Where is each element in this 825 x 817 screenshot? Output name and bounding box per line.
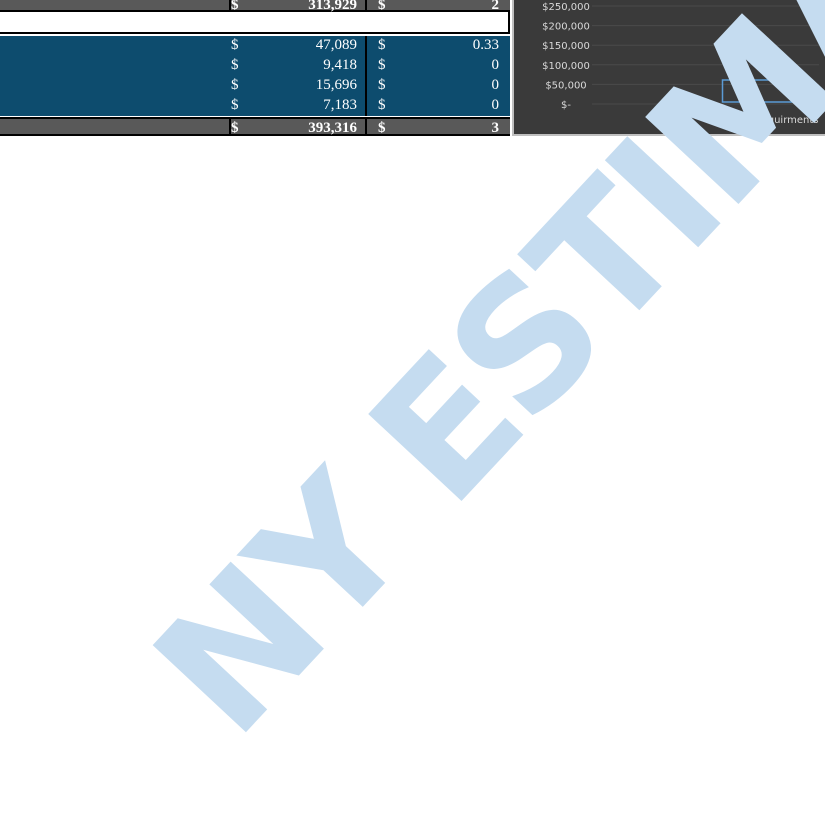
y-tick-label: $200,000 xyxy=(542,22,590,33)
currency-symbol[interactable]: $ xyxy=(378,119,398,136)
table-row: $ 7,183 $ 0 xyxy=(0,96,510,116)
total-unit-cost-value[interactable]: 3 xyxy=(398,119,500,136)
currency-symbol[interactable]: $ xyxy=(231,36,251,56)
unit-cost-value[interactable]: 0.33 xyxy=(398,36,499,56)
unit-cost-value[interactable]: 0 xyxy=(398,76,500,96)
table-row-blank[interactable] xyxy=(0,12,510,34)
currency-symbol[interactable]: $ xyxy=(378,76,398,96)
currency-symbol[interactable]: $ xyxy=(378,56,398,76)
currency-symbol[interactable]: $ xyxy=(231,56,251,76)
cost-value[interactable]: 313,929 xyxy=(251,0,357,13)
y-tick-label: $100,000 xyxy=(542,61,590,72)
currency-symbol[interactable]: $ xyxy=(231,76,251,96)
y-tick-label: $150,000 xyxy=(542,41,590,52)
cell-divider xyxy=(365,96,367,116)
table-row: $ 9,418 $ 0 xyxy=(0,56,510,76)
total-cost-value[interactable]: 393,316 xyxy=(251,119,357,136)
cost-value[interactable]: 7,183 xyxy=(251,96,357,116)
cost-chart[interactable]: $- $50,000 $100,000 $150,000 $200,000 $250,00… xyxy=(512,0,825,136)
unit-cost-value[interactable]: 2 xyxy=(398,0,500,13)
cost-value[interactable]: 47,089 xyxy=(251,36,357,56)
cost-value[interactable]: 9,418 xyxy=(251,56,357,76)
y-tick-label: $250,000 xyxy=(542,2,590,13)
y-tick-label: $- xyxy=(561,100,571,111)
table-row: $ 15,696 $ 0 xyxy=(0,76,510,96)
bar-selection[interactable] xyxy=(721,79,810,103)
y-tick-label: $50,000 xyxy=(545,80,586,91)
cell-divider xyxy=(365,56,367,76)
unit-cost-value[interactable]: 0 xyxy=(398,56,500,76)
table-row-subtotal: $ 313,929 $ 2 xyxy=(0,0,510,13)
currency-symbol[interactable]: $ xyxy=(231,119,251,136)
table-row-total: $ 393,316 $ 3 xyxy=(0,117,510,136)
x-category-label: General Requirments xyxy=(712,115,818,126)
cell-divider xyxy=(365,76,367,96)
table-row: $ 47,089 $ 0.33 xyxy=(0,36,510,56)
chart-plot: $- $50,000 $100,000 $150,000 $200,000 $250,00… xyxy=(542,2,819,126)
cell-divider xyxy=(365,36,367,56)
currency-symbol[interactable]: $ xyxy=(378,96,398,116)
cost-value[interactable]: 15,696 xyxy=(251,76,357,96)
currency-symbol[interactable]: $ xyxy=(231,96,251,116)
currency-symbol[interactable]: $ xyxy=(378,36,398,56)
currency-symbol[interactable]: $ xyxy=(231,0,251,13)
currency-symbol[interactable]: $ xyxy=(378,0,398,13)
unit-cost-value[interactable]: 0 xyxy=(398,96,500,116)
cell-divider xyxy=(365,0,367,10)
cell-divider xyxy=(365,119,367,134)
